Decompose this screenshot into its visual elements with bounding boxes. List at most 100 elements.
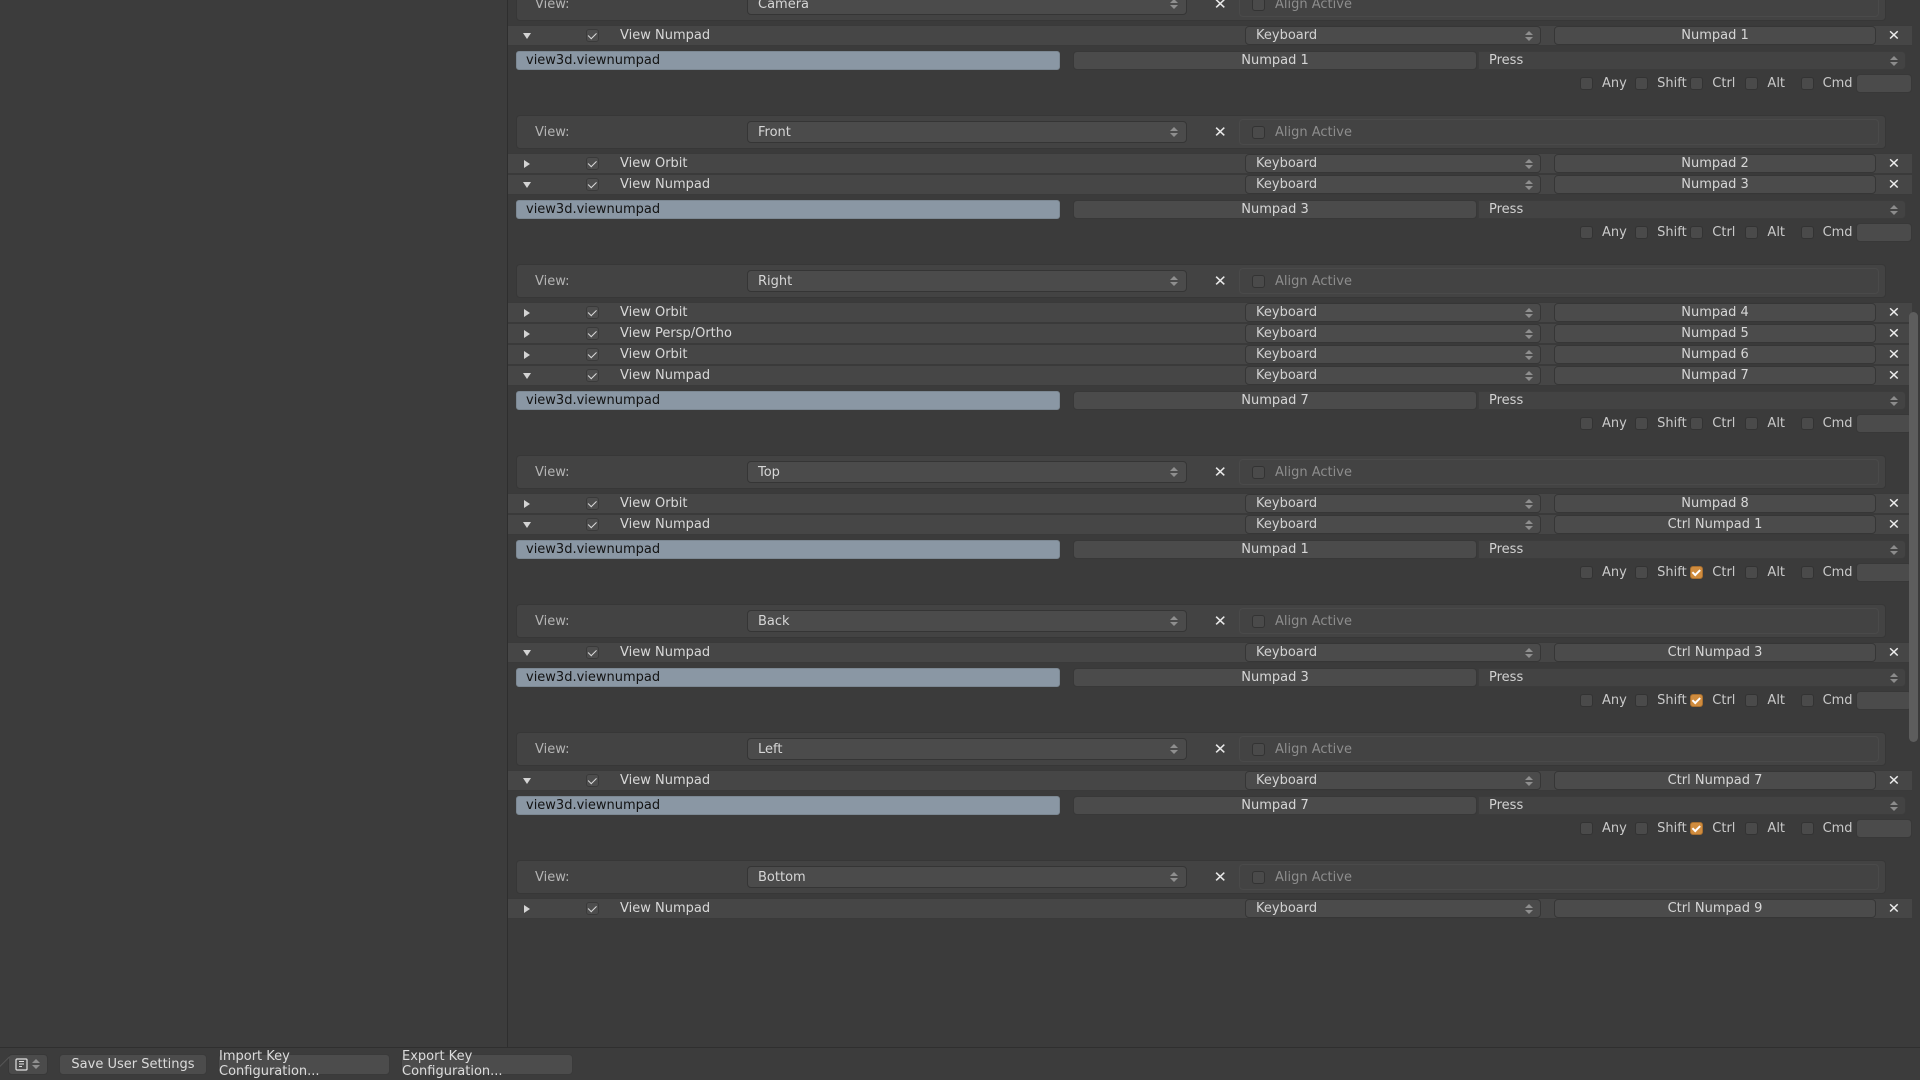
- operator-id-field[interactable]: view3d.viewnumpad: [516, 391, 1060, 410]
- align-active-checkbox[interactable]: [1252, 274, 1265, 288]
- export-key-configuration-button[interactable]: Export Key Configuration...: [401, 1049, 573, 1079]
- key-value-dropdown[interactable]: Press: [1478, 51, 1906, 70]
- keymap-item-enabled-checkbox[interactable]: [586, 178, 599, 191]
- remove-keymap-item-button[interactable]: ✕: [1882, 303, 1906, 322]
- align-active-checkbox[interactable]: [1252, 614, 1265, 628]
- keymap-key-binding-button[interactable]: Numpad 8: [1554, 494, 1876, 513]
- keymap-list-pane[interactable]: View: Camera ✕ Align Active View Numpad Keybo…: [508, 0, 1920, 1047]
- key-value-dropdown[interactable]: Press: [1478, 200, 1906, 219]
- remove-keymap-item-button[interactable]: ✕: [1882, 643, 1906, 662]
- modifier-cmd-checkbox[interactable]: [1800, 693, 1814, 707]
- operator-id-field[interactable]: view3d.viewnumpad: [516, 51, 1060, 70]
- triangle-right-icon[interactable]: [516, 159, 538, 168]
- vertical-scrollbar[interactable]: [1909, 2, 1918, 1045]
- keymap-item-enabled-checkbox[interactable]: [586, 774, 599, 787]
- key-modifier-field[interactable]: [1855, 562, 1913, 582]
- key-modifier-field[interactable]: [1855, 73, 1913, 93]
- keymap-item-header[interactable]: View Numpad Keyboard Numpad 3 ✕: [508, 174, 1912, 195]
- remove-property-button[interactable]: ✕: [1207, 459, 1233, 485]
- remove-keymap-item-button[interactable]: ✕: [1882, 366, 1906, 385]
- key-binding-field[interactable]: Numpad 1: [1073, 51, 1477, 70]
- operator-id-field[interactable]: view3d.viewnumpad: [516, 540, 1060, 559]
- remove-keymap-item-button[interactable]: ✕: [1882, 899, 1906, 918]
- keymap-item-header[interactable]: View Persp/Ortho Keyboard Numpad 5 ✕: [508, 323, 1912, 344]
- keymap-map-type-dropdown[interactable]: Keyboard: [1245, 515, 1541, 534]
- keymap-item-header[interactable]: View Numpad Keyboard Ctrl Numpad 1 ✕: [508, 514, 1912, 535]
- keymap-map-type-dropdown[interactable]: Keyboard: [1245, 175, 1541, 194]
- keymap-item-header[interactable]: View Numpad Keyboard Numpad 7 ✕: [508, 365, 1912, 386]
- modifier-ctrl-checkbox[interactable]: [1690, 565, 1704, 579]
- modifier-ctrl-checkbox[interactable]: [1690, 821, 1704, 835]
- keymap-map-type-dropdown[interactable]: Keyboard: [1245, 899, 1541, 918]
- keymap-map-type-dropdown[interactable]: Keyboard: [1245, 324, 1541, 343]
- modifier-alt-checkbox[interactable]: [1745, 225, 1759, 239]
- key-value-dropdown[interactable]: Press: [1478, 668, 1906, 687]
- keymap-key-binding-button[interactable]: Ctrl Numpad 3: [1554, 643, 1876, 662]
- keymap-key-binding-button[interactable]: Numpad 1: [1554, 26, 1876, 45]
- keymap-map-type-dropdown[interactable]: Keyboard: [1245, 26, 1541, 45]
- keymap-item-enabled-checkbox[interactable]: [586, 497, 599, 510]
- key-binding-field[interactable]: Numpad 3: [1073, 200, 1477, 219]
- keymap-key-binding-button[interactable]: Ctrl Numpad 9: [1554, 899, 1876, 918]
- triangle-down-icon[interactable]: [516, 777, 538, 784]
- keymap-item-enabled-checkbox[interactable]: [586, 157, 599, 170]
- keymap-key-binding-button[interactable]: Numpad 7: [1554, 366, 1876, 385]
- keymap-map-type-dropdown[interactable]: Keyboard: [1245, 303, 1541, 322]
- remove-property-button[interactable]: ✕: [1207, 608, 1233, 634]
- align-active-box[interactable]: Align Active: [1239, 0, 1879, 17]
- modifier-ctrl-checkbox[interactable]: [1690, 693, 1704, 707]
- modifier-cmd-checkbox[interactable]: [1800, 416, 1814, 430]
- triangle-right-icon[interactable]: [516, 904, 538, 913]
- align-active-checkbox[interactable]: [1252, 0, 1265, 11]
- view-value-dropdown[interactable]: Left: [747, 738, 1187, 760]
- keymap-item-header[interactable]: View Orbit Keyboard Numpad 4 ✕: [508, 302, 1912, 323]
- modifier-any-checkbox[interactable]: [1580, 225, 1593, 239]
- keymap-item-header[interactable]: View Numpad Keyboard Ctrl Numpad 9 ✕: [508, 898, 1912, 919]
- preferences-editor-type-button[interactable]: [8, 1053, 48, 1075]
- keymap-key-binding-button[interactable]: Numpad 3: [1554, 175, 1876, 194]
- remove-keymap-item-button[interactable]: ✕: [1882, 175, 1906, 194]
- keymap-item-enabled-checkbox[interactable]: [586, 348, 599, 361]
- modifier-any-checkbox[interactable]: [1580, 76, 1593, 90]
- triangle-right-icon[interactable]: [516, 350, 538, 359]
- keymap-item-enabled-checkbox[interactable]: [586, 369, 599, 382]
- align-active-checkbox[interactable]: [1252, 742, 1265, 756]
- keymap-map-type-dropdown[interactable]: Keyboard: [1245, 771, 1541, 790]
- triangle-down-icon[interactable]: [516, 521, 538, 528]
- triangle-down-icon[interactable]: [516, 372, 538, 379]
- view-value-dropdown[interactable]: Right: [747, 270, 1187, 292]
- operator-id-field[interactable]: view3d.viewnumpad: [516, 668, 1060, 687]
- keymap-map-type-dropdown[interactable]: Keyboard: [1245, 345, 1541, 364]
- keymap-item-enabled-checkbox[interactable]: [586, 646, 599, 659]
- modifier-ctrl-checkbox[interactable]: [1690, 76, 1704, 90]
- view-value-dropdown[interactable]: Camera: [747, 0, 1187, 15]
- keymap-item-header[interactable]: View Numpad Keyboard Ctrl Numpad 7 ✕: [508, 770, 1912, 791]
- keymap-key-binding-button[interactable]: Numpad 5: [1554, 324, 1876, 343]
- keymap-item-header[interactable]: View Numpad Keyboard Ctrl Numpad 3 ✕: [508, 642, 1912, 663]
- modifier-alt-checkbox[interactable]: [1745, 76, 1759, 90]
- remove-keymap-item-button[interactable]: ✕: [1882, 154, 1906, 173]
- triangle-right-icon[interactable]: [516, 499, 538, 508]
- modifier-shift-checkbox[interactable]: [1635, 225, 1649, 239]
- align-active-checkbox[interactable]: [1252, 125, 1265, 139]
- align-active-box[interactable]: Align Active: [1239, 268, 1879, 294]
- triangle-down-icon[interactable]: [516, 32, 538, 39]
- remove-property-button[interactable]: ✕: [1207, 119, 1233, 145]
- keymap-key-binding-button[interactable]: Numpad 6: [1554, 345, 1876, 364]
- keymap-key-binding-button[interactable]: Ctrl Numpad 7: [1554, 771, 1876, 790]
- keymap-item-enabled-checkbox[interactable]: [586, 902, 599, 915]
- keymap-map-type-dropdown[interactable]: Keyboard: [1245, 494, 1541, 513]
- view-value-dropdown[interactable]: Bottom: [747, 866, 1187, 888]
- view-value-dropdown[interactable]: Back: [747, 610, 1187, 632]
- keymap-key-binding-button[interactable]: Ctrl Numpad 1: [1554, 515, 1876, 534]
- key-binding-field[interactable]: Numpad 7: [1073, 391, 1477, 410]
- modifier-shift-checkbox[interactable]: [1635, 693, 1649, 707]
- key-binding-field[interactable]: Numpad 3: [1073, 668, 1477, 687]
- scrollbar-thumb[interactable]: [1909, 312, 1918, 742]
- modifier-cmd-checkbox[interactable]: [1800, 565, 1814, 579]
- import-key-configuration-button[interactable]: Import Key Configuration...: [218, 1049, 390, 1079]
- align-active-checkbox[interactable]: [1252, 465, 1265, 479]
- keymap-item-enabled-checkbox[interactable]: [586, 306, 599, 319]
- resize-grip-icon[interactable]: [0, 1056, 14, 1080]
- modifier-any-checkbox[interactable]: [1580, 565, 1593, 579]
